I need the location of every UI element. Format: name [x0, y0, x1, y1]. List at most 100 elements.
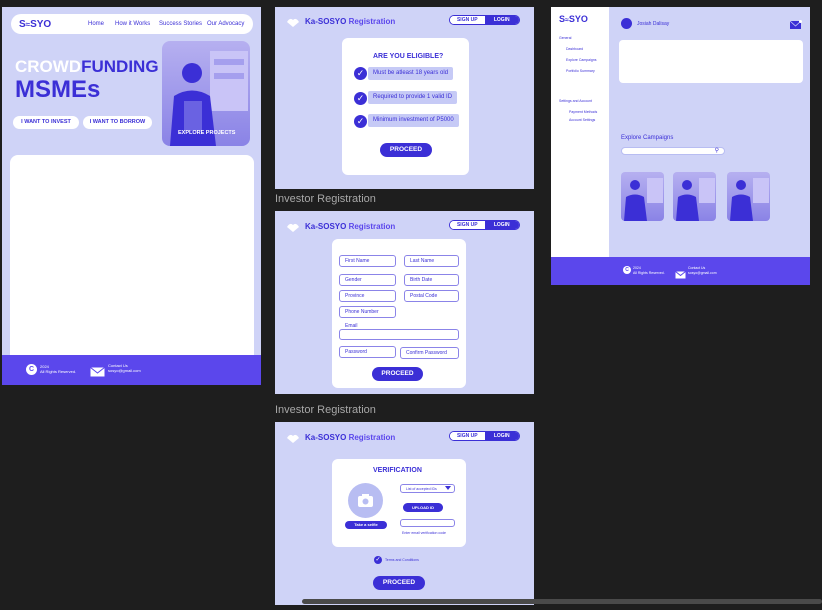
login-tab[interactable]: LOGIN	[484, 16, 519, 24]
logo-rest: SYO	[568, 14, 588, 24]
sidebar-section-general: General	[559, 36, 572, 40]
hero-heading-line1: CROWDFUNDING	[15, 57, 159, 77]
check-icon: ✓	[354, 115, 367, 128]
dashboard-frame: S≈SYO General Dashboard Explore Campaign…	[551, 7, 810, 285]
nav-home[interactable]: Home	[88, 21, 104, 27]
invest-button-label: I WANT TO INVEST	[21, 119, 71, 125]
copyright-icon: C	[623, 266, 631, 274]
upload-id-button[interactable]: UPLOAD ID	[403, 503, 443, 512]
reg-header-title: Ka-SOSYO Registration	[305, 17, 395, 26]
eligibility-proceed-button[interactable]: PROCEED	[380, 143, 432, 157]
check-icon: ✓	[354, 92, 367, 105]
footer-rights: All Rights Reserved.	[633, 270, 665, 275]
person-illustration	[730, 178, 769, 221]
footer-contact-text: Contact Us sosyo@gmail.com	[688, 266, 717, 275]
password-field[interactable]: Password	[339, 346, 396, 358]
form-proceed-button[interactable]: PROCEED	[372, 367, 423, 381]
proceed-label: PROCEED	[389, 146, 423, 153]
investor-registration-label: Investor Registration	[275, 193, 376, 205]
signup-tab[interactable]: SIGN UP	[450, 221, 485, 229]
email-field[interactable]	[339, 329, 459, 340]
nav-advocacy[interactable]: Our Advocacy	[207, 21, 244, 27]
nav-how-it-works[interactable]: How it Works	[115, 21, 150, 27]
dashboard-logo[interactable]: S≈SYO	[559, 14, 588, 24]
campaign-card[interactable]	[673, 172, 716, 221]
user-name: Josiah Dalisay	[637, 21, 670, 27]
canvas-scrollbar[interactable]	[302, 599, 822, 604]
sidebar-item-dashboard[interactable]: Dashboard	[566, 47, 583, 51]
terms-link[interactable]: Terms and Conditions	[385, 558, 419, 562]
requirement-age: Must be atleast 18 years old	[368, 67, 454, 80]
handshake-icon	[287, 223, 299, 232]
login-tab[interactable]: LOGIN	[484, 221, 519, 229]
nav-success-stories[interactable]: Success Stories	[159, 21, 202, 27]
footer-email[interactable]: sosyo@gmail.com	[688, 271, 717, 276]
handshake-icon	[287, 18, 299, 27]
first-name-field[interactable]: First Name	[339, 255, 396, 267]
invest-button[interactable]: I WANT TO INVEST	[13, 116, 79, 129]
check-icon: ✓	[354, 67, 367, 80]
id-select-value: List of accepted IDs	[406, 487, 437, 491]
landing-logo[interactable]: S≈SYO	[19, 19, 51, 30]
auth-toggle: SIGN UP LOGIN	[449, 220, 520, 230]
person-illustration	[676, 178, 715, 221]
email-code-field[interactable]	[400, 519, 455, 527]
dashboard-summary-card	[619, 40, 803, 83]
birth-date-field[interactable]: Birth Date	[404, 274, 459, 286]
upload-label: UPLOAD ID	[412, 505, 434, 510]
verification-proceed-button[interactable]: PROCEED	[373, 576, 425, 590]
sidebar-item-payment[interactable]: Payment Methods	[569, 110, 597, 114]
logo-rest: SYO	[30, 19, 52, 30]
brand-name: Ka-SOSYO	[305, 222, 347, 231]
sidebar-item-explore[interactable]: Explore Campaigns	[566, 58, 597, 62]
mail-icon[interactable]	[675, 266, 686, 284]
campaign-search-input[interactable]: ⚲	[621, 147, 725, 155]
province-field[interactable]: Province	[339, 290, 396, 302]
sidebar-item-account[interactable]: Account Settings	[569, 118, 595, 122]
signup-tab[interactable]: SIGN UP	[450, 16, 485, 24]
avatar[interactable]	[621, 18, 632, 29]
eligibility-frame: Ka-SOSYO Registration SIGN UP LOGIN ARE …	[275, 7, 534, 189]
confirm-password-field[interactable]: Confirm Password	[400, 347, 459, 359]
requirement-investment: Minimum investment of P5000	[368, 114, 459, 127]
hero-word-funding: FUNDING	[81, 57, 159, 76]
last-name-field[interactable]: Last Name	[404, 255, 459, 267]
search-icon: ⚲	[714, 148, 719, 154]
postal-code-field[interactable]: Postal Code	[404, 290, 459, 302]
login-tab[interactable]: LOGIN	[484, 432, 519, 440]
gender-field[interactable]: Gender	[339, 274, 396, 286]
footer-contact-text: Contact Us sosyo@gmail.com	[108, 363, 141, 373]
terms-checkbox[interactable]: ✓	[374, 556, 382, 564]
reg-header-title: Ka-SOSYO Registration	[305, 433, 395, 442]
proceed-label: PROCEED	[382, 579, 416, 586]
verification-frame: Ka-SOSYO Registration SIGN UP LOGIN VERI…	[275, 422, 534, 605]
campaign-card[interactable]	[727, 172, 770, 221]
reg-header-title: Ka-SOSYO Registration	[305, 222, 395, 231]
landing-content-card	[10, 155, 254, 360]
borrow-button[interactable]: I WANT TO BORROW	[83, 116, 152, 129]
brand-registration: Registration	[348, 222, 396, 231]
form-frame: Ka-SOSYO Registration SIGN UP LOGIN Firs…	[275, 211, 534, 394]
footer-email[interactable]: sosyo@gmail.com	[108, 368, 141, 373]
hero-photo[interactable]: EXPLORE PROJECTS	[162, 41, 250, 146]
footer-rights: All Rights Reserved.	[40, 369, 77, 374]
copyright-icon: C	[26, 364, 37, 375]
selfie-camera-icon[interactable]	[348, 483, 383, 518]
footer-copyright-text: 2024 All Rights Reserved.	[40, 364, 76, 374]
requirement-id: Required to provide 1 valid ID	[368, 91, 458, 104]
brand-registration: Registration	[348, 433, 396, 442]
auth-toggle: SIGN UP LOGIN	[449, 15, 520, 25]
verification-title: VERIFICATION	[373, 467, 422, 474]
selfie-button[interactable]: Take a selfie	[345, 521, 387, 529]
id-type-select[interactable]: List of accepted IDs	[400, 484, 455, 493]
email-code-hint: Enter email verification code	[402, 531, 446, 535]
signup-tab[interactable]: SIGN UP	[450, 432, 485, 440]
mail-icon[interactable]	[90, 364, 105, 382]
campaign-card[interactable]	[621, 172, 664, 221]
borrow-button-label: I WANT TO BORROW	[89, 119, 146, 125]
chevron-down-icon	[445, 486, 451, 490]
explore-projects-label: EXPLORE PROJECTS	[178, 130, 236, 136]
notification-mail-icon[interactable]	[789, 17, 802, 35]
sidebar-item-portfolio[interactable]: Portfolio Summary	[566, 69, 595, 73]
phone-field[interactable]: Phone Number	[339, 306, 396, 318]
